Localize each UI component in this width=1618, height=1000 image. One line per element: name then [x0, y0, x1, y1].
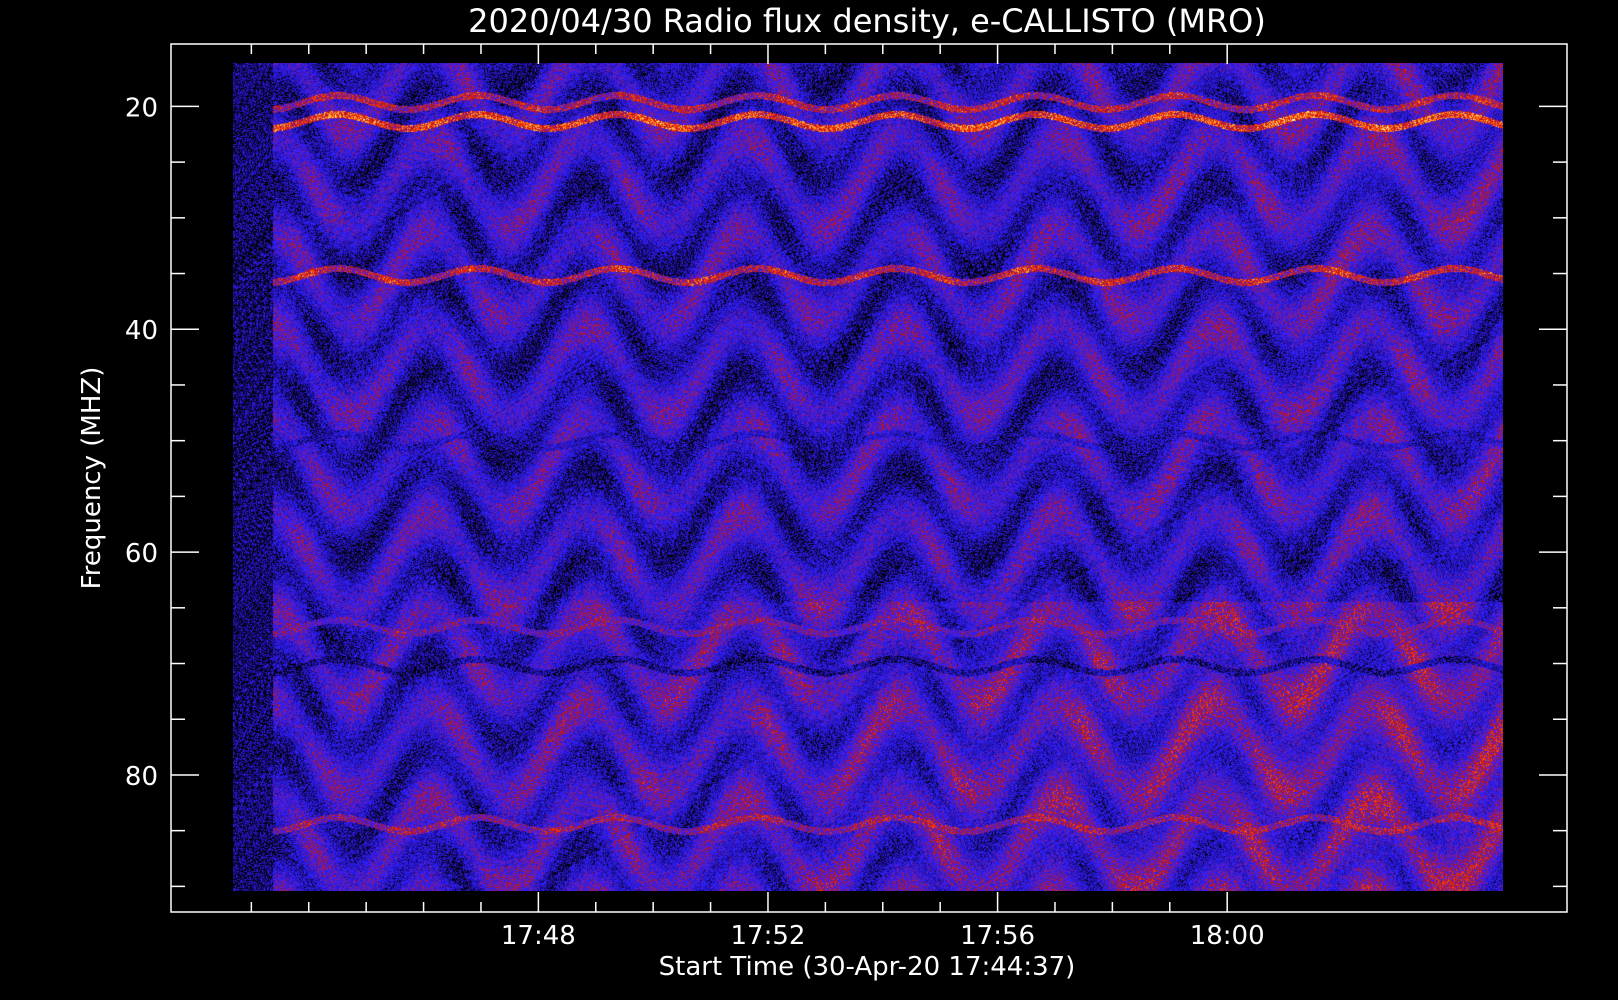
- x-tick-label: 18:00: [1190, 921, 1265, 951]
- y-tick-label: 60: [125, 539, 158, 569]
- x-axis-label: Start Time (30-Apr-20 17:44:37): [659, 952, 1076, 982]
- chart-title: 2020/04/30 Radio flux density, e-CALLIST…: [468, 2, 1266, 40]
- y-tick-label: 80: [125, 762, 158, 792]
- x-tick-label: 17:56: [960, 921, 1035, 951]
- y-tick-label: 40: [125, 316, 158, 346]
- y-axis-label: Frequency (MHZ): [77, 367, 107, 590]
- spectrogram-image: [233, 63, 1503, 891]
- x-tick-label: 17:48: [501, 921, 576, 951]
- spectrogram-chart: 2020/04/30 Radio flux density, e-CALLIST…: [0, 0, 1618, 1000]
- spectrogram-canvas: [233, 63, 1503, 891]
- x-tick-label: 17:52: [731, 921, 806, 951]
- y-tick-label: 20: [125, 93, 158, 123]
